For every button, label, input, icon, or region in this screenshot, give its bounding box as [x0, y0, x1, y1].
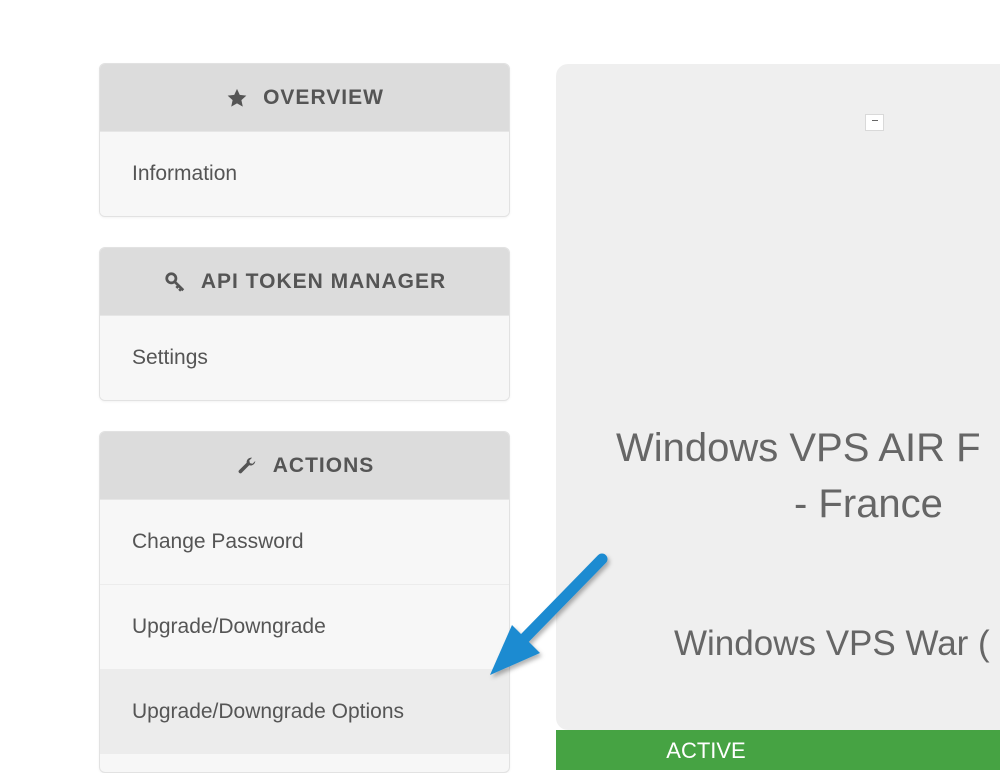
overview-title: OVERVIEW	[263, 85, 384, 109]
sidebar-item-upgrade-downgrade[interactable]: Upgrade/Downgrade	[100, 585, 509, 670]
actions-panel-header: ACTIONS	[100, 432, 509, 500]
sidebar-item-settings[interactable]: Settings	[100, 316, 509, 400]
product-group: Windows VPS War (	[674, 624, 990, 663]
sidebar-item-label: Upgrade/Downgrade Options	[132, 700, 404, 723]
api-token-title: API TOKEN MANAGER	[200, 269, 447, 293]
annotation-arrow-icon	[490, 553, 608, 675]
api-token-panel-header: API TOKEN MANAGER	[100, 248, 509, 316]
product-image-placeholder	[865, 114, 884, 131]
status-badge: ACTIVE	[556, 730, 1000, 770]
star-icon	[225, 86, 249, 110]
sidebar-item-information[interactable]: Information	[100, 132, 509, 216]
key-icon	[163, 270, 187, 294]
sidebar-item-label: Change Password	[132, 530, 304, 553]
sidebar-item-upgrade-downgrade-options[interactable]: Upgrade/Downgrade Options	[100, 670, 509, 754]
overview-panel-header: OVERVIEW	[100, 64, 509, 132]
actions-panel: ACTIONS Change Password Upgrade/Downgrad…	[99, 431, 510, 773]
product-name-line1: Windows VPS AIR F	[616, 426, 981, 470]
wrench-icon	[235, 454, 259, 478]
sidebar-item-change-password[interactable]: Change Password	[100, 500, 509, 585]
actions-title: ACTIONS	[272, 453, 375, 477]
sidebar-item-label: Information	[132, 162, 238, 185]
sidebar-item-label: Upgrade/Downgrade	[132, 615, 326, 638]
product-name-line2: - France	[794, 482, 943, 526]
api-token-panel: API TOKEN MANAGER Settings	[99, 247, 510, 401]
sidebar-item-label: Settings	[132, 346, 208, 369]
product-name: Windows VPS AIR F - France	[616, 420, 1000, 532]
overview-panel: OVERVIEW Information	[99, 63, 510, 217]
